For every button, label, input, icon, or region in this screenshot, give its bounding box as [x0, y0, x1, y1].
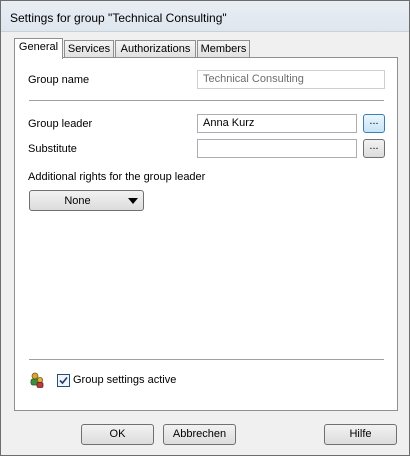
group-leader-label: Group leader	[28, 118, 93, 130]
settings-dialog: Settings for group "Technical Consulting…	[0, 0, 410, 456]
group-icon	[29, 372, 45, 388]
divider-bottom	[29, 359, 384, 360]
group-leader-field[interactable]: Anna Kurz	[197, 114, 357, 133]
substitute-label: Substitute	[28, 143, 77, 155]
group-settings-active-checkbox[interactable]	[57, 374, 70, 387]
group-name-label: Group name	[28, 74, 90, 86]
window-title: Settings for group "Technical Consulting…	[10, 11, 227, 25]
tab-members[interactable]: Members	[197, 40, 250, 57]
group-leader-browse-button[interactable]: ...	[363, 114, 385, 133]
tab-services[interactable]: Services	[64, 40, 114, 57]
help-button[interactable]: Hilfe	[324, 424, 397, 445]
additional-rights-dropdown[interactable]: None	[29, 190, 144, 211]
checkmark-icon	[59, 376, 68, 385]
substitute-browse-button[interactable]: ...	[363, 139, 385, 158]
cancel-button[interactable]: Abbrechen	[163, 424, 236, 445]
ok-button[interactable]: OK	[81, 424, 154, 445]
group-name-field: Technical Consulting	[197, 70, 385, 89]
substitute-field[interactable]	[197, 139, 357, 158]
tab-authorizations[interactable]: Authorizations	[115, 40, 196, 57]
general-tab-panel: Group name Technical Consulting Group le…	[14, 57, 398, 411]
tab-general[interactable]: General	[14, 38, 63, 59]
title-bar[interactable]: Settings for group "Technical Consulting…	[1, 1, 409, 32]
group-settings-active-label[interactable]: Group settings active	[73, 374, 176, 386]
additional-rights-label: Additional rights for the group leader	[28, 171, 206, 183]
divider	[29, 100, 384, 101]
chevron-down-icon	[128, 198, 138, 204]
additional-rights-value: None	[64, 195, 91, 207]
